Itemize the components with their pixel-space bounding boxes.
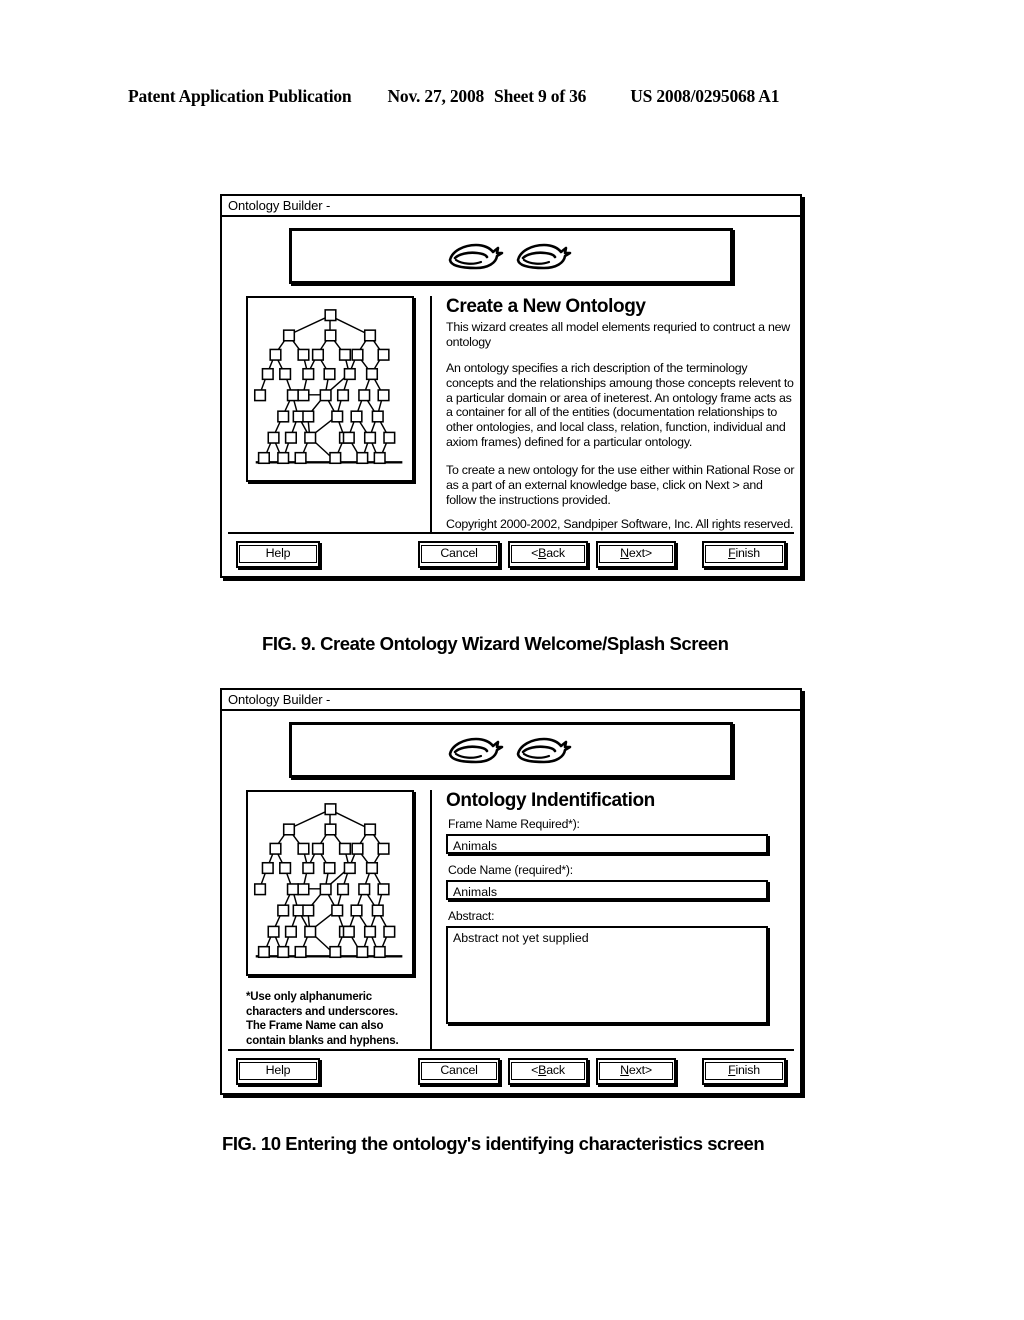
sandpiper-logo-banner [289,228,733,284]
finish-button[interactable]: Finish [702,540,786,568]
back-button[interactable]: <Back [508,1057,588,1085]
ontology-tree-graphic [253,309,403,465]
help-button-label: Help [239,544,317,563]
frame-name-label: Frame Name Required*): [448,817,580,831]
figure-9-caption: FIG. 9. Create Ontology Wizard Welcome/S… [262,633,729,654]
abstract-label: Abstract: [448,909,495,923]
figure-9: Ontology Builder - Create a New Ontology… [220,194,802,578]
wizard-intro-paragraph: This wizard creates all model elements r… [446,320,790,349]
ontology-tree-graphic [253,803,403,959]
wizard-heading: Create a New Ontology [446,296,646,317]
right-form-column: Ontology Indentification Frame Name Requ… [430,790,796,1049]
sandpiper-bird-icon [448,243,504,270]
sandpiper-bird-icon [516,243,572,270]
left-illustration-column: *Use only alphanumeric characters and un… [246,790,422,1049]
back-button-label: <Back [511,1061,585,1080]
back-mnemonic: B [538,545,547,560]
next-suffix: ext> [628,545,652,560]
dialog-body: *Use only alphanumeric characters and un… [222,722,800,1093]
wizard-description-paragraph: An ontology specifies a rich description… [446,360,794,450]
window-title: Ontology Builder - [228,198,331,213]
code-name-label: Code Name (required*): [448,863,573,877]
left-illustration-column [246,296,422,532]
finish-button[interactable]: Finish [702,1057,786,1085]
figure-10-caption: FIG. 10 Entering the ontology's identify… [222,1133,765,1154]
cancel-button-label: Cancel [421,544,497,563]
window-titlebar[interactable]: Ontology Builder - [222,196,800,217]
ontology-builder-dialog-fig10: Ontology Builder - *Use only alphanumeri… [220,688,802,1095]
back-suffix: ack [546,545,565,560]
frame-name-input[interactable]: Animals [446,834,768,854]
ontology-builder-dialog-fig9: Ontology Builder - Create a New Ontology… [220,194,802,578]
patent-page-header: Patent Application Publication Nov. 27, … [128,86,896,107]
dialog-content: *Use only alphanumeric characters and un… [222,790,800,1049]
wizard-copyright-paragraph: Copyright 2000-2002, Sandpiper Software,… [446,516,794,531]
abstract-textarea[interactable]: Abstract not yet supplied [446,926,768,1024]
figure-10: Ontology Builder - *Use only alphanumeri… [220,688,802,1095]
back-button[interactable]: <Back [508,540,588,568]
dialog-button-bar: Help Cancel <Back Next> Finish [228,531,794,576]
finish-button-label: Finish [705,544,783,563]
next-button-label: Next> [599,1061,673,1080]
help-button-label: Help [239,1061,317,1080]
ontology-tree-illustration [246,296,414,482]
wizard-instructions-paragraph: To create a new ontology for the use eit… [446,463,795,507]
cancel-button[interactable]: Cancel [418,540,500,568]
publication-label: Patent Application Publication [128,86,352,106]
alphanumeric-note: *Use only alphanumeric characters and un… [246,991,399,1048]
help-button[interactable]: Help [236,1057,320,1085]
patent-number: US 2008/0295068 A1 [630,86,780,106]
back-mnemonic: B [538,1062,547,1077]
next-button-label: Next> [599,544,673,563]
finish-suffix: inish [735,545,760,560]
next-mnemonic: N [620,545,629,560]
finish-button-label: Finish [705,1061,783,1080]
cancel-button[interactable]: Cancel [418,1057,500,1085]
sandpiper-bird-icon [516,737,572,764]
next-mnemonic: N [620,1062,629,1077]
ontology-tree-illustration [246,790,414,976]
next-button[interactable]: Next> [596,1057,676,1085]
dialog-button-bar: Help Cancel <Back Next> Finish [228,1048,794,1093]
sandpiper-logo-banner [289,722,733,778]
finish-suffix: inish [735,1062,760,1077]
sandpiper-bird-icon [448,737,504,764]
sheet-number: Sheet 9 of 36 [494,86,587,106]
next-suffix: ext> [628,1062,652,1077]
dialog-body: Create a New Ontology This wizard create… [222,228,800,576]
next-button[interactable]: Next> [596,540,676,568]
cancel-button-label: Cancel [421,1061,497,1080]
publication-date: Nov. 27, 2008 [387,86,485,106]
back-button-label: <Back [511,544,585,563]
back-suffix: ack [546,1062,565,1077]
code-name-input[interactable]: Animals [446,880,768,900]
window-title: Ontology Builder - [228,692,331,707]
right-text-column: Create a New Ontology This wizard create… [430,296,796,532]
help-button[interactable]: Help [236,540,320,568]
dialog-content: Create a New Ontology This wizard create… [222,296,800,532]
window-titlebar[interactable]: Ontology Builder - [222,690,800,711]
form-heading: Ontology Indentification [446,790,655,811]
